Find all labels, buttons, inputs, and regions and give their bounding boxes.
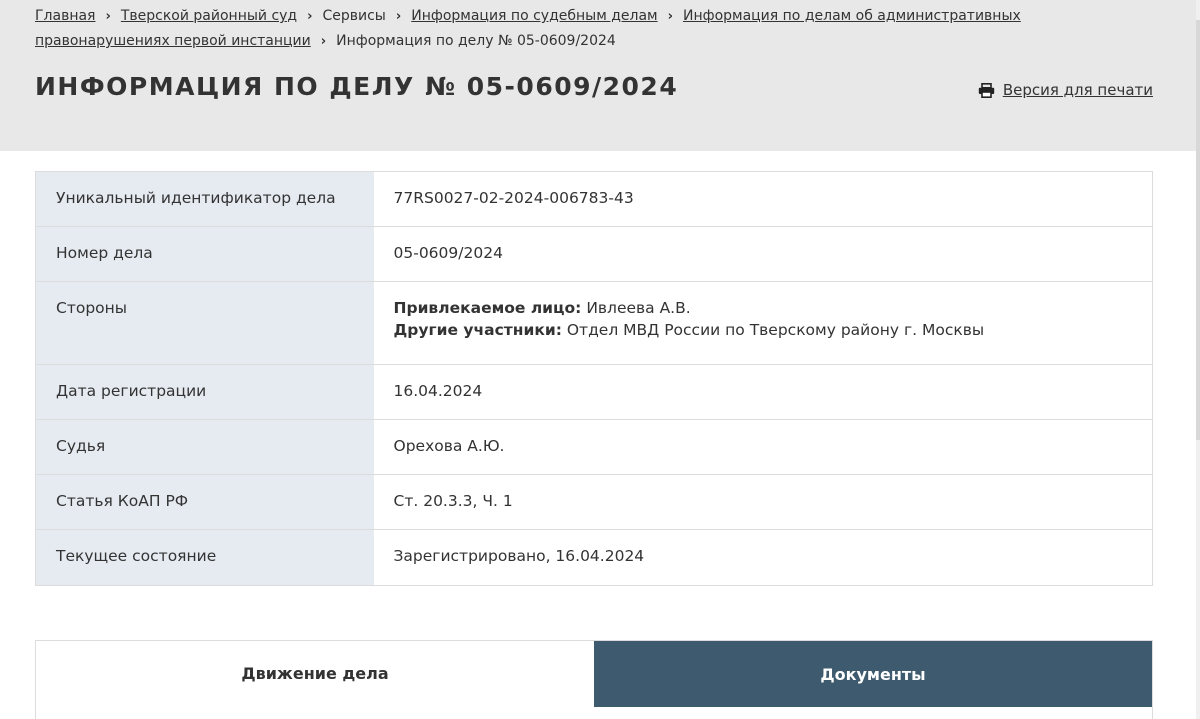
chevron-right-icon: › [307,9,313,24]
status-value: Зарегистрировано, 16.04.2024 [373,529,1153,586]
case-number-value: 05-0609/2024 [373,226,1153,282]
table-row: Дата регистрации 16.04.2024 [35,364,1153,420]
printer-icon [978,82,995,98]
table-row: Стороны Привлекаемое лицо: Ивлеева А.В. … [35,281,1153,365]
table-row: Номер дела 05-0609/2024 [35,226,1153,282]
breadcrumb-item-court-cases[interactable]: Информация по судебным делам [411,8,657,24]
article-value: Ст. 20.3.3, Ч. 1 [373,474,1153,530]
page-title: ИНФОРМАЦИЯ ПО ДЕЛУ № 05-0609/2024 [35,72,679,101]
party-defendant-name: Ивлеева А.В. [586,299,691,317]
status-label: Текущее состояние [35,529,374,586]
party-defendant-role: Привлекаемое лицо: [393,299,582,317]
registration-date-value: 16.04.2024 [373,364,1153,420]
print-version-link[interactable]: Версия для печати [978,81,1153,99]
chevron-right-icon: › [395,9,402,24]
print-version-label: Версия для печати [1002,81,1153,99]
case-info-table: Уникальный идентификатор дела 77RS0027-0… [35,171,1153,586]
judge-value: Орехова А.Ю. [373,419,1153,475]
breadcrumb-item-home[interactable]: Главная [35,8,95,24]
breadcrumb-item-court[interactable]: Тверской районный суд [121,8,297,24]
party-other-role: Другие участники: [393,321,562,339]
party-other: Другие участники: Отдел МВД России по Тв… [394,318,1133,343]
breadcrumb-item-current: Информация по делу № 05-0609/2024 [336,33,616,49]
breadcrumb: Главная › Тверской районный суд › Сервисы › Ин… [35,4,1095,54]
case-uid-label: Уникальный идентификатор дела [35,171,374,227]
breadcrumb-item-services: Сервисы [322,8,386,24]
parties-label: Стороны [35,281,374,365]
tab-case-movement[interactable]: Движение дела [36,641,594,719]
scrollbar-thumb[interactable] [1196,20,1200,440]
table-row: Судья Орехова А.Ю. [35,419,1153,475]
case-number-label: Номер дела [35,226,374,282]
chevron-right-icon: › [320,34,327,49]
parties-value: Привлекаемое лицо: Ивлеева А.В. Другие у… [373,281,1153,365]
party-other-name: Отдел МВД России по Тверскому району г. … [566,321,985,339]
chevron-right-icon: › [667,9,673,24]
table-row: Статья КоАП РФ Ст. 20.3.3, Ч. 1 [35,474,1153,530]
case-uid-value: 77RS0027-02-2024-006783-43 [373,171,1153,227]
table-row: Текущее состояние Зарегистрировано, 16.0… [35,529,1153,586]
registration-date-label: Дата регистрации [35,364,374,420]
article-label: Статья КоАП РФ [35,474,374,530]
chevron-right-icon: › [105,9,111,24]
judge-label: Судья [35,419,374,475]
table-row: Уникальный идентификатор дела 77RS0027-0… [35,171,1153,227]
case-tabs: Движение дела Документы [35,640,1153,719]
tab-documents[interactable]: Документы [594,641,1152,707]
